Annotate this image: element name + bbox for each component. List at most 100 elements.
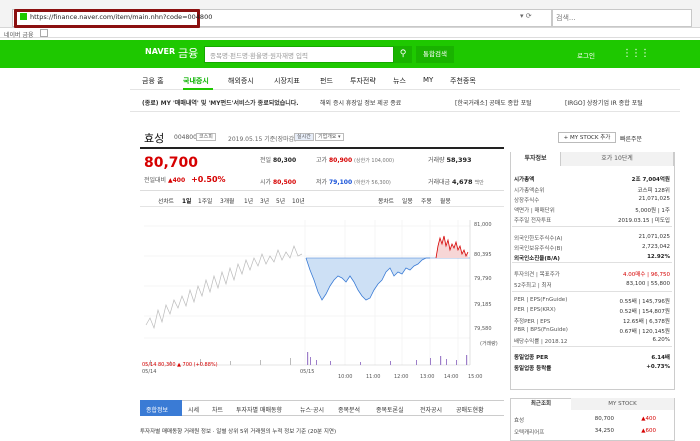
tab-5year[interactable]: 5년: [276, 196, 285, 205]
nav-overseas[interactable]: 해외증시: [228, 76, 254, 86]
info-value: 12.92%: [647, 254, 670, 260]
y-tick: 81,000: [474, 222, 492, 228]
x-tick: 14:00: [444, 374, 459, 380]
info-label: PER | EPS(FnGuide): [514, 297, 568, 303]
tab-discussion[interactable]: 종목토론실: [376, 405, 404, 414]
info-label: 동일업종 PER: [514, 355, 549, 361]
info-divider: [512, 291, 672, 292]
y-tick: 79,790: [474, 276, 492, 282]
investor-trend-note: 투자자별 매매동향 거래원 정보 · 일별 상위 5위 거래원의 누적 정보 기…: [140, 429, 337, 435]
tab-investor[interactable]: 투자자별 매매동향: [236, 405, 282, 414]
realtime-chip[interactable]: 실시간: [294, 133, 314, 141]
tab-daily[interactable]: 일봉: [402, 196, 413, 205]
info-divider: [512, 346, 672, 347]
tab-candle-chart[interactable]: 봉차트: [378, 196, 394, 205]
integrated-search-button[interactable]: 통합검색: [416, 46, 454, 63]
tab-3month[interactable]: 3개월: [220, 196, 234, 205]
naver-logo[interactable]: NAVER: [145, 47, 175, 56]
info-label: 외국인소진율(B/A): [514, 256, 560, 262]
info-label: 52주최고 | 최저: [514, 283, 552, 289]
nav-finance-home[interactable]: 금융 홈: [142, 76, 164, 86]
browser-search-placeholder: 검색...: [556, 14, 576, 22]
notice-item[interactable]: (종료) MY '매매내역' 및 'MY펀드'서비스가 종료되었습니다.: [142, 98, 299, 107]
tab-1day[interactable]: 1일: [182, 196, 191, 205]
nav-news[interactable]: 뉴스: [393, 76, 406, 86]
open-label: 시가: [260, 179, 272, 186]
open-value: 80,500: [272, 179, 297, 186]
tab-overview[interactable]: 종합정보: [146, 405, 168, 414]
quick-order-link[interactable]: 빠른주문: [620, 134, 642, 143]
info-value: 6.14배: [651, 355, 670, 361]
tab-monthly[interactable]: 월봉: [440, 196, 451, 205]
notice-item[interactable]: [한국거래소] 공매도 종합 포털: [455, 98, 532, 107]
stock-name: 효성: [144, 132, 165, 145]
notice-item[interactable]: 해외 증시 휴장일 정보 제공 종료: [320, 98, 401, 107]
stock-code: 004800: [174, 134, 197, 141]
prev-value: 80,300: [272, 157, 297, 164]
tab-1year[interactable]: 1년: [244, 196, 253, 205]
tab-disclosure[interactable]: 전자공시: [420, 405, 442, 414]
tab-weekly[interactable]: 주봉: [421, 196, 432, 205]
info-label: 추정PER | EPS: [514, 319, 551, 325]
tab-line-chart[interactable]: 선차트: [158, 196, 174, 205]
nav-domestic[interactable]: 국내증시: [183, 76, 209, 86]
tab-news[interactable]: 뉴스·공시: [300, 405, 324, 414]
info-label: PER | EPS(KRX): [514, 307, 556, 313]
nav-active-indicator: [183, 88, 213, 90]
info-label: 시가총액: [514, 177, 535, 183]
info-divider: [512, 226, 672, 227]
info-value: 5,000원 | 1주: [635, 208, 670, 214]
low-label: 저가: [316, 179, 328, 186]
tab-3year[interactable]: 3년: [260, 196, 269, 205]
tab-order-book[interactable]: 호가 10단계: [561, 152, 674, 166]
browser-tab[interactable]: 네이버 금융: [4, 30, 34, 39]
info-label: PBR | BPS(FnGuide): [514, 327, 568, 333]
nav-recommend[interactable]: 주천종목: [450, 76, 476, 86]
refresh-icon[interactable]: ▾ ⟳: [520, 12, 532, 20]
add-my-stock-button[interactable]: + MY STOCK 추가: [558, 132, 616, 143]
notice-item[interactable]: [IRGO] 상장기업 IR 종합 포털: [565, 98, 643, 107]
nav-indicators[interactable]: 시장지표: [274, 76, 300, 86]
volume-value: 58,393: [446, 156, 472, 164]
x-tick: 11:00: [366, 374, 381, 380]
x-tick: 05/15: [300, 369, 315, 375]
nav-strategy[interactable]: 투자전략: [350, 76, 376, 86]
info-value: 4.00매수 | 96,750: [623, 272, 670, 278]
tab-recent[interactable]: 최근조회: [511, 398, 571, 410]
tab-quote[interactable]: 시세: [188, 405, 199, 414]
address-url[interactable]: https://finance.naver.com/item/main.nhn?…: [30, 13, 212, 21]
info-label: 투자의견 | 목표주가: [514, 272, 560, 278]
nav-my[interactable]: MY: [423, 76, 433, 84]
amount-unit: 백만: [474, 180, 484, 186]
company-overview-chip[interactable]: 기업개요 ▾: [315, 133, 344, 141]
tab-1week[interactable]: 1주일: [198, 196, 212, 205]
tab-chart[interactable]: 차트: [212, 405, 223, 414]
quote-date: 2019.05.15 기준(장마감): [228, 136, 297, 143]
new-tab-icon[interactable]: [40, 29, 48, 37]
low-value: 79,100: [328, 179, 353, 186]
apps-grid-icon[interactable]: ⋮⋮⋮: [622, 48, 650, 59]
info-label: 상장주식수: [514, 198, 540, 204]
high-price: 고가 80,900 (상한가 104,000): [316, 155, 394, 164]
tab-invest-info[interactable]: 투자정보: [511, 152, 561, 166]
x-tick: 05/14: [142, 369, 157, 375]
info-divider: [512, 262, 672, 263]
login-link[interactable]: 로그인: [577, 50, 595, 60]
recent-name[interactable]: 효성: [514, 416, 524, 424]
tab-shortsale[interactable]: 공매도현황: [456, 405, 484, 414]
recent-price: 34,250: [594, 428, 614, 434]
tab-analysis[interactable]: 종목분석: [338, 405, 360, 414]
amount-value: 4,678: [452, 178, 473, 186]
recent-name[interactable]: 오텍캐리어프: [514, 428, 544, 436]
finance-logo[interactable]: 금융: [178, 45, 198, 61]
search-icon[interactable]: ⚲: [394, 46, 412, 63]
info-value: 0.52배 | 154,807원: [619, 309, 670, 315]
tab-10year[interactable]: 10년: [292, 196, 305, 205]
tab-my-stock[interactable]: MY STOCK: [571, 398, 674, 410]
info-label: 액면가 | 매매단위: [514, 208, 555, 214]
stock-search-placeholder: 종목명·펀드명·환율명·원자재명 입력: [210, 52, 308, 60]
nav-fund[interactable]: 펀드: [320, 76, 333, 86]
price-change: 전일대비 ▲400 +0.50%: [144, 175, 226, 184]
info-value: 12.65배 | 6,378원: [623, 319, 670, 325]
info-value: 2조 7,004억원: [631, 177, 670, 183]
